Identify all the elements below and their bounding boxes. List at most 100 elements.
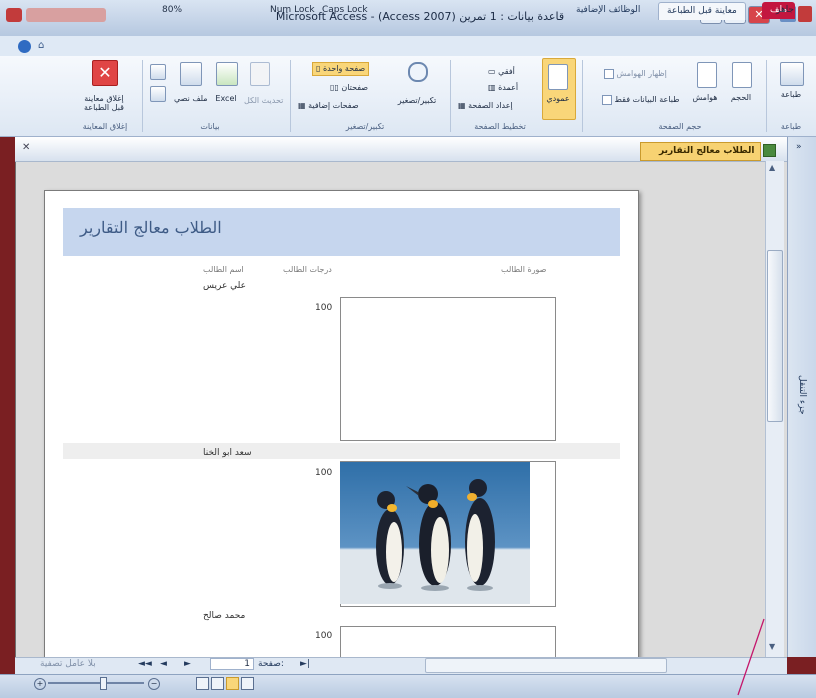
group-data-label: بيانات	[200, 122, 220, 131]
text-file-button[interactable]: ملف نصي	[174, 94, 208, 103]
column-header-student-grade: درجات الطالب	[283, 265, 332, 274]
expand-nav-pane-icon[interactable]: »	[796, 142, 802, 152]
view-design-icon[interactable]	[241, 677, 254, 690]
record-name: محمد صالح	[203, 611, 246, 621]
landscape-button[interactable]: ▭ أفقي	[488, 66, 515, 78]
close-preview-label-1: إغلاق معاينة	[84, 94, 124, 103]
print-data-only-label: طباعة البيانات فقط	[614, 95, 680, 104]
zoom-button[interactable]: تكبير/تصغير	[392, 96, 442, 105]
zoom-percent[interactable]: 80%	[162, 5, 182, 15]
page-label: صفحة:	[258, 659, 284, 669]
nav-pane-label[interactable]: جزء التنقل	[797, 375, 807, 415]
access-app-icon[interactable]	[6, 8, 22, 22]
page-size-icon[interactable]	[732, 62, 752, 88]
zoom-slider-thumb[interactable]	[100, 677, 107, 690]
page-setup-button[interactable]: ▦ إعداد الصفحة	[458, 100, 513, 112]
column-header-student-photo: صورة الطالب	[501, 265, 547, 274]
refresh-all-button[interactable]: تحديث الكل	[244, 96, 283, 105]
one-page-button[interactable]: ▯ صفحة واحدة	[312, 62, 370, 76]
vertical-scroll-thumb[interactable]	[767, 250, 783, 422]
page-setup-label: إعداد الصفحة	[468, 101, 513, 110]
print-data-only-option[interactable]: طباعة البيانات فقط	[602, 94, 680, 106]
photo-frame	[340, 297, 556, 441]
horizontal-scrollbar[interactable]	[425, 658, 667, 673]
portrait-page-icon	[548, 64, 568, 90]
penguins-photo	[340, 462, 530, 604]
more-pages-label: صفحات إضافية	[308, 101, 359, 110]
window-left-frame	[0, 137, 15, 672]
zoom-in-icon[interactable]: +	[34, 678, 46, 690]
annotation-pointer-line	[737, 618, 765, 696]
status-caps-lock: Caps Lock	[322, 5, 368, 15]
ribbon-separator	[450, 60, 451, 132]
ribbon-separator	[290, 60, 291, 132]
last-page-button[interactable]: ►|	[300, 659, 310, 669]
text-file-icon[interactable]	[180, 62, 202, 86]
portrait-label: عمودي	[546, 94, 570, 103]
close-preview-label-2: قبل الطباعة	[84, 103, 124, 112]
next-page-button[interactable]: ►	[184, 659, 191, 669]
group-print-label: طباعة	[780, 122, 802, 131]
ribbon-separator	[142, 60, 143, 132]
view-report-icon[interactable]	[196, 677, 209, 690]
view-print-preview-icon[interactable]	[226, 677, 239, 690]
quick-access-toolbar[interactable]	[26, 8, 106, 22]
columns-button[interactable]: ▥ أعمدة	[488, 82, 518, 94]
tab-print-preview[interactable]: معاينة قبل الطباعة	[658, 2, 746, 20]
print-data-only-checkbox[interactable]	[602, 94, 612, 105]
prev-page-button[interactable]: ◄	[160, 659, 167, 669]
tab-report-document[interactable]: الطلاب معالج التقارير	[640, 142, 762, 161]
zoom-magnifier-icon[interactable]	[408, 62, 428, 82]
refresh-all-icon[interactable]	[250, 62, 270, 86]
show-margins-option[interactable]: إظهار الهوامش	[604, 68, 667, 80]
printer-icon[interactable]	[780, 62, 804, 86]
size-button[interactable]: الحجم	[726, 93, 756, 102]
one-page-label: صفحة واحدة	[322, 64, 366, 73]
record-name: علي عريس	[203, 281, 247, 291]
landscape-label: أفقي	[498, 67, 515, 76]
excel-icon[interactable]	[216, 62, 238, 86]
tab-add-ins[interactable]: الوظائف الإضافية	[568, 2, 648, 19]
status-num-lock: Num Lock	[270, 5, 315, 15]
ribbon-separator	[582, 60, 583, 132]
record-name: سعد ابو الخنا	[203, 448, 252, 458]
page-navigator-bar	[15, 657, 787, 674]
pdf-export-icon[interactable]	[150, 86, 166, 102]
show-margins-label: إظهار الهوامش	[616, 69, 667, 78]
zoom-out-icon[interactable]: −	[148, 678, 160, 690]
close-preview-icon[interactable]: ✕	[92, 60, 118, 86]
report-title: الطلاب معالج التقارير	[80, 218, 222, 237]
ribbon-tabs	[0, 36, 816, 57]
report-page: الطلاب معالج التقارير اسم الطالب درجات ا…	[44, 190, 639, 662]
group-close-preview-label: إغلاق المعاينة	[82, 122, 128, 131]
zoom-slider-track[interactable]	[48, 682, 144, 684]
view-layout-icon[interactable]	[211, 677, 224, 690]
two-pages-button[interactable]: ▯▯ صفحتان	[330, 82, 368, 94]
margins-button[interactable]: هوامش	[688, 93, 722, 102]
record-grade: 100	[315, 303, 333, 313]
margins-icon[interactable]	[697, 62, 717, 88]
status-ready: جاهز	[776, 5, 795, 15]
group-page-size-label: حجم الصفحة	[658, 122, 702, 131]
page-number-input[interactable]: 1	[210, 658, 254, 670]
record-grade: 100	[315, 631, 333, 641]
close-document-icon[interactable]: ✕	[22, 142, 30, 153]
column-header-student-name: اسم الطالب	[203, 265, 244, 274]
minimize-ribbon-icon[interactable]: ⌂	[38, 40, 44, 51]
help-circle-icon[interactable]	[18, 40, 31, 53]
more-pages-button[interactable]: ▦ صفحات إضافية	[298, 100, 359, 112]
close-preview-button[interactable]: إغلاق معاينة قبل الطباعة	[72, 94, 136, 112]
access-logo-icon	[798, 6, 812, 22]
excel-button[interactable]: Excel	[212, 94, 240, 103]
scroll-up-arrow-icon[interactable]: ▲	[769, 163, 775, 172]
status-bar	[0, 674, 816, 698]
row-separator-band	[63, 443, 620, 459]
record-grade: 100	[315, 468, 333, 478]
more-data-icon[interactable]	[150, 64, 166, 80]
first-page-button[interactable]: ◄◄	[138, 659, 152, 669]
two-pages-label: صفحتان	[341, 83, 369, 92]
filter-status[interactable]: بلا عامل تصفية	[40, 659, 96, 669]
print-button[interactable]: طباعة	[774, 90, 808, 99]
show-margins-checkbox[interactable]	[604, 68, 614, 79]
penguins-image	[340, 462, 530, 604]
